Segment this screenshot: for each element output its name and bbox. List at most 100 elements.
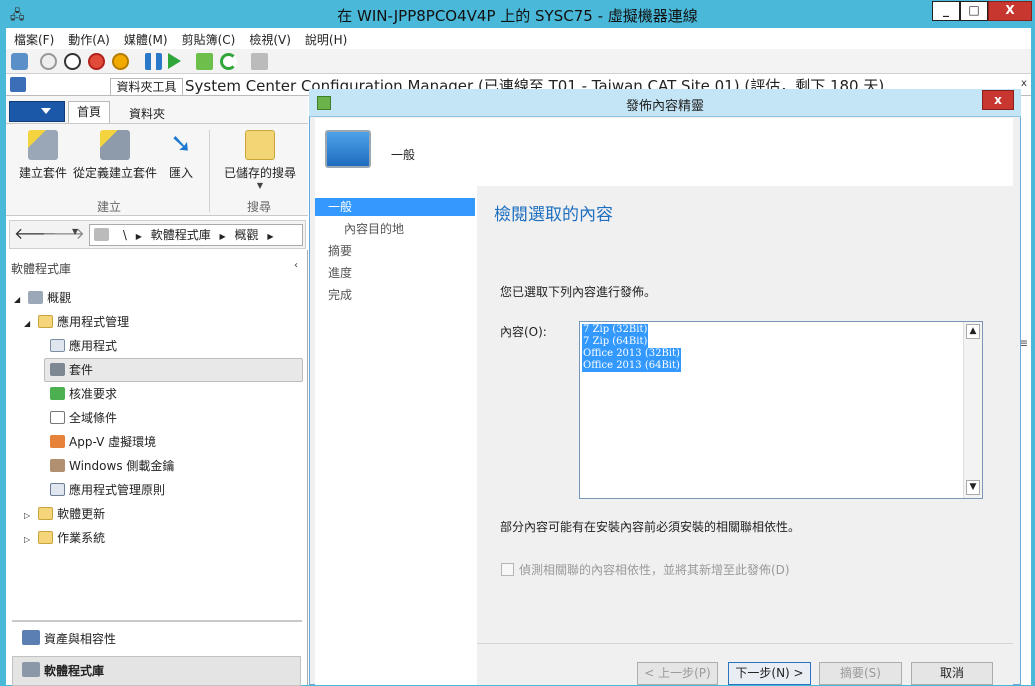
policy-icon (50, 483, 65, 496)
create-package-from-definition-button[interactable]: 從定義建立套件 (71, 130, 159, 181)
close-button[interactable]: X (988, 1, 1032, 21)
intro-text: 您已選取下列內容進行發佈。 (500, 285, 657, 299)
tab-home[interactable]: 首頁 (68, 101, 110, 123)
tree-item-overview[interactable]: ◢ 概觀 (14, 287, 71, 309)
stop-icon[interactable] (64, 53, 81, 70)
shutdown-icon[interactable] (88, 53, 105, 70)
content-item[interactable]: 7 Zip (32Bit) (582, 324, 649, 336)
listbox-scrollbar[interactable]: ▲ ▼ (963, 322, 982, 498)
resume-icon[interactable] (168, 53, 181, 69)
tree-item-appv-environments[interactable]: App-V 虛擬環境 (50, 431, 156, 453)
minimize-button[interactable]: _ (932, 1, 960, 21)
ctrl-alt-del-icon[interactable] (11, 53, 28, 70)
menu-file[interactable]: 檔案(F) (6, 28, 60, 48)
saved-search-icon (245, 130, 275, 160)
next-button[interactable]: 下一步(N) > (728, 662, 811, 685)
menu-clipboard[interactable]: 剪貼簿(C) (174, 28, 242, 48)
collapse-icon: ◢ (24, 319, 31, 328)
content-item[interactable]: Office 2013 (64Bit) (582, 360, 681, 372)
ribbon-group-search: 搜尋 (247, 200, 272, 214)
content-listbox[interactable]: 7 Zip (32Bit) 7 Zip (64Bit) Office 2013 … (579, 321, 983, 499)
ribbon-group-create: 建立 (97, 200, 122, 214)
breadcrumb-overview[interactable]: 概觀 (235, 228, 259, 242)
revert-icon[interactable] (220, 53, 237, 70)
folder-icon (38, 315, 54, 328)
package-definition-icon (100, 130, 130, 160)
previous-button[interactable]: < 上一步(P) (637, 662, 718, 685)
wizard-steps-pane (315, 186, 477, 685)
file-menu-button[interactable] (9, 101, 65, 122)
back-arrow-icon[interactable]: 🡐 (14, 225, 57, 244)
wizard-title-bar: 發佈內容精靈 (309, 89, 1021, 117)
create-package-button[interactable]: 建立套件 (16, 130, 70, 181)
tree-item-packages[interactable]: 套件 (50, 359, 93, 381)
tree-item-app-management-policies[interactable]: 應用程式管理原則 (50, 479, 165, 501)
content-item[interactable]: Office 2013 (32Bit) (582, 348, 681, 360)
saved-searches-button[interactable]: 已儲存的搜尋 ▼ (220, 130, 300, 190)
tree-item-global-conditions[interactable]: 全域條件 (50, 407, 117, 429)
package-icon (28, 130, 58, 160)
detect-dependencies-checkbox[interactable] (501, 563, 514, 576)
collapse-icon: ◢ (14, 295, 21, 304)
appv-icon (50, 435, 65, 448)
folder-icon (38, 531, 54, 544)
assets-icon (22, 630, 40, 645)
wizard-close-button[interactable]: x (982, 90, 1014, 110)
breadcrumb-software-library[interactable]: 軟體程式庫 (151, 228, 211, 242)
quick-access-icon[interactable] (10, 77, 26, 92)
tree-item-applications[interactable]: 應用程式 (50, 335, 117, 357)
power-icon[interactable] (112, 53, 129, 70)
nav-assets-and-compliance[interactable]: 資產與相容性 (22, 630, 116, 647)
vm-title-bar: 🖧 在 WIN-JPP8PCO4V4P 上的 SYSC75 - 虛擬機器連線 (0, 0, 1035, 28)
menu-media[interactable]: 媒體(M) (116, 28, 174, 48)
wizard-header: 一般 (315, 118, 1013, 186)
host-close-icon[interactable]: x (1021, 78, 1031, 92)
tree-item-software-updates[interactable]: ▷ 軟體更新 (24, 503, 105, 525)
tree-item-windows-sideloading-keys[interactable]: Windows 側載金鑰 (50, 455, 174, 477)
enhanced-session-icon[interactable] (251, 53, 268, 70)
folder-icon (38, 507, 54, 520)
workspace-title: 軟體程式庫 (11, 262, 72, 276)
package-crumb-icon (94, 228, 109, 241)
menu-action[interactable]: 動作(A) (60, 28, 116, 48)
folder-tools-context-tab: 資料夾工具 (110, 78, 183, 96)
nav-software-library[interactable]: 軟體程式庫 (22, 662, 104, 679)
breadcrumb-root[interactable]: \ (123, 228, 127, 242)
chevron-down-icon (41, 108, 51, 114)
menu-help[interactable]: 說明(H) (297, 28, 353, 48)
collapse-pane-icon[interactable]: ‹ (294, 260, 298, 271)
history-dropdown-icon[interactable]: ▼ (72, 227, 78, 236)
tree-item-application-management[interactable]: ◢ 應用程式管理 (24, 311, 129, 333)
cancel-button[interactable]: 取消 (911, 662, 993, 685)
package-icon (50, 363, 65, 376)
breadcrumb-separator-icon: ▶ (267, 232, 274, 241)
breadcrumb-separator-icon: ▶ (135, 232, 142, 241)
scroll-down-icon[interactable]: ▼ (966, 480, 980, 495)
computer-icon (325, 130, 371, 168)
maximize-button[interactable]: □ (960, 1, 988, 21)
scroll-up-icon[interactable]: ▲ (966, 324, 980, 339)
application-icon (50, 339, 65, 352)
tree-item-approval-requests[interactable]: 核准要求 (50, 383, 117, 405)
wizard-step-completion: 完成 (328, 288, 353, 302)
content-label: 內容(O): (500, 325, 547, 339)
dependency-note: 部分內容可能有在安裝內容前必須安裝的相關聯相依性。 (500, 520, 801, 534)
wizard-step-general: 一般 (315, 198, 475, 216)
summary-button[interactable]: 摘要(S) (819, 662, 902, 685)
tree-item-operating-systems[interactable]: ▷ 作業系統 (24, 527, 105, 549)
forward-arrow-icon[interactable]: 🡒 (42, 225, 85, 244)
checkpoint-icon[interactable] (196, 53, 213, 70)
content-item[interactable]: 7 Zip (64Bit) (582, 336, 649, 348)
import-button[interactable]: ➘ 匯入 (163, 130, 199, 181)
page-heading: 檢閱選取的內容 (494, 205, 613, 225)
software-library-icon (22, 662, 40, 677)
breadcrumb-separator-icon: ▶ (219, 232, 226, 241)
wizard-step-content-destination: 內容目的地 (344, 222, 405, 236)
detect-dependencies-label: 偵測相關聯的內容相依性，並將其新增至此發佈(D) (519, 563, 790, 577)
menu-view[interactable]: 檢視(V) (241, 28, 297, 48)
wizard-step-summary: 摘要 (328, 244, 353, 258)
start-icon[interactable] (40, 53, 57, 70)
pause-icon[interactable] (145, 53, 162, 70)
global-conditions-icon (50, 411, 65, 424)
wizard-step-progress: 進度 (328, 266, 353, 280)
